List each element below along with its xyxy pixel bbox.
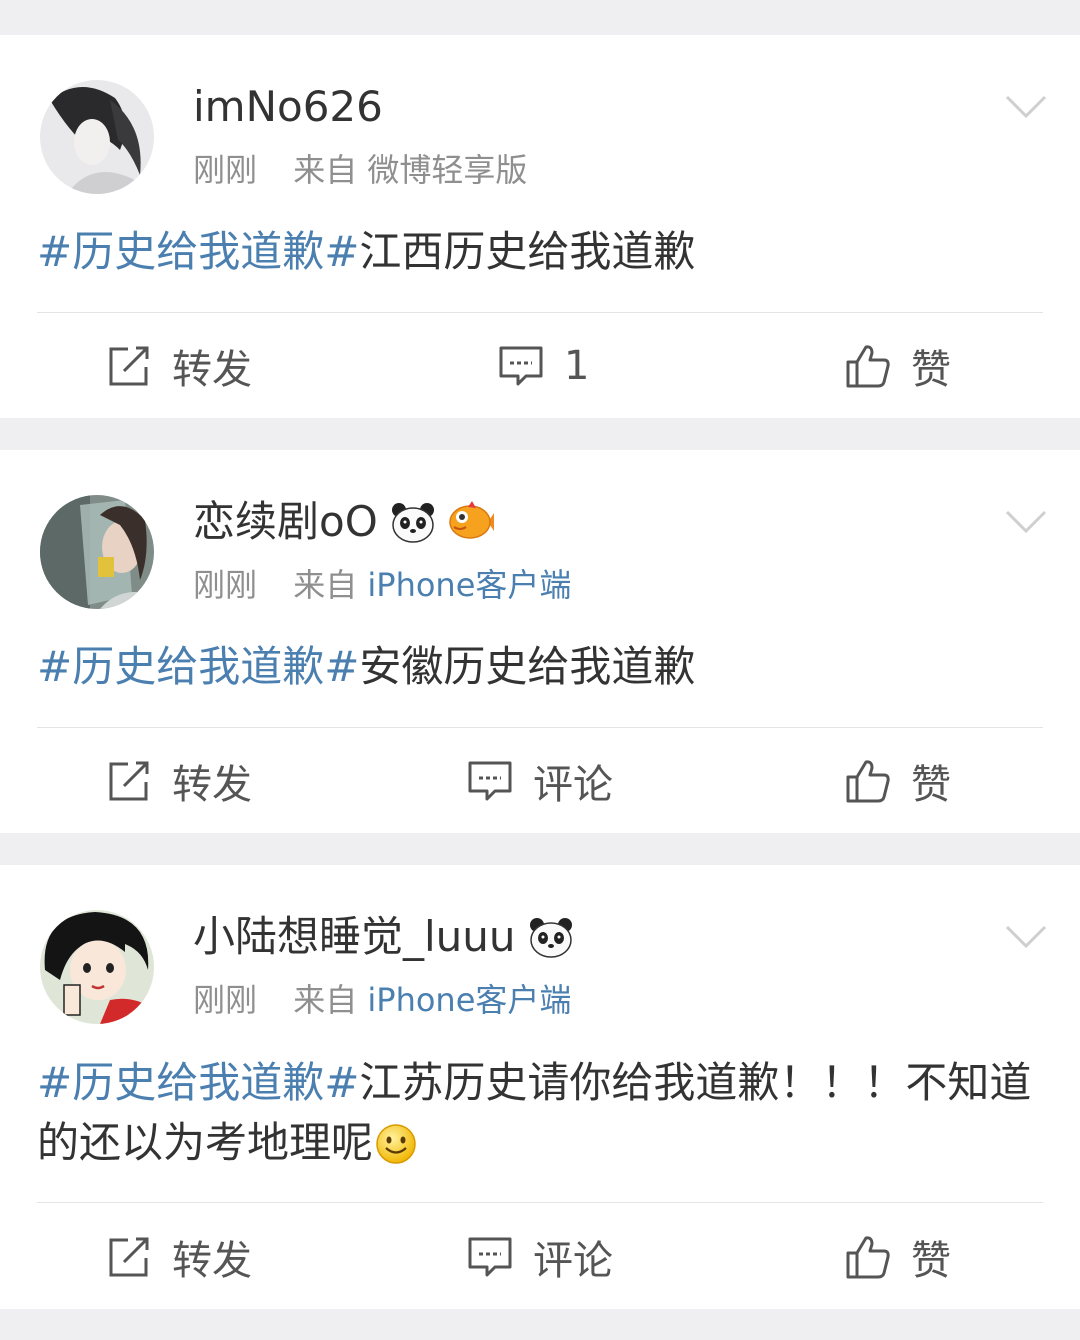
post-text: #历史给我道歉#江苏历史请你给我道歉！！！不知道的还以为考地理呢 <box>37 1053 1044 1173</box>
weibo-feed: imNo626 刚刚 来自 微博轻享版 #历史给我道歉#江西历史给我道歉 转发 <box>0 0 1080 1340</box>
comment-icon <box>499 346 543 386</box>
post-card[interactable]: 恋续剧oO 刚刚 来自 iPhone客户端 #历史给我道歉#安徽历史给我道歉 转… <box>0 450 1080 833</box>
thumbs-up-icon <box>846 1236 890 1279</box>
avatar[interactable] <box>40 80 154 194</box>
repost-button[interactable]: 转发 <box>106 1227 252 1287</box>
panda-icon <box>529 918 572 958</box>
divider <box>37 312 1043 313</box>
post-card[interactable]: imNo626 刚刚 来自 微博轻享版 #历史给我道歉#江西历史给我道歉 转发 <box>0 35 1080 418</box>
divider <box>37 1202 1043 1203</box>
hashtag-link[interactable]: #历史给我道歉# <box>37 642 359 691</box>
post-source-link[interactable]: iPhone客户端 <box>367 981 571 1019</box>
repost-icon <box>109 346 149 386</box>
thumbs-up-icon <box>846 345 890 388</box>
post-body: 安徽历史给我道歉 <box>359 642 696 691</box>
comment-button[interactable]: 评论 <box>467 751 613 811</box>
source-prefix: 来自 <box>293 151 358 189</box>
comment-label: 评论 <box>533 1238 613 1284</box>
fish-icon <box>449 501 494 539</box>
username-text[interactable]: 小陆想睡觉_luuu <box>193 909 516 965</box>
repost-icon <box>109 761 149 801</box>
thumbs-up-icon <box>846 760 890 803</box>
username[interactable]: 恋续剧oO <box>193 494 494 550</box>
post-meta: 刚刚 来自 iPhone客户端 <box>193 978 571 1022</box>
repost-label: 转发 <box>172 762 252 808</box>
hashtag-link[interactable]: #历史给我道歉# <box>37 227 359 276</box>
comment-button[interactable]: 评论 <box>467 1227 613 1287</box>
repost-label: 转发 <box>172 1238 252 1284</box>
chevron-down-icon[interactable] <box>1004 921 1048 951</box>
post-time: 刚刚 <box>193 566 258 604</box>
post-body: 江西历史给我道歉 <box>359 227 696 276</box>
post-meta: 刚刚 来自 iPhone客户端 <box>193 563 571 607</box>
repost-label: 转发 <box>172 347 252 393</box>
comment-label: 评论 <box>533 762 613 808</box>
chevron-down-icon[interactable] <box>1004 91 1048 121</box>
username[interactable]: imNo626 <box>193 79 383 135</box>
post-text: #历史给我道歉#江西历史给我道歉 <box>37 222 1044 282</box>
panda-icon <box>391 503 434 543</box>
comment-icon <box>468 1237 512 1277</box>
username-text[interactable]: 恋续剧oO <box>193 494 378 550</box>
post-card[interactable]: 小陆想睡觉_luuu 刚刚 来自 iPhone客户端 #历史给我道歉#江苏历史请… <box>0 865 1080 1309</box>
post-source: 微博轻享版 <box>367 151 528 189</box>
avatar[interactable] <box>40 495 154 609</box>
username-text[interactable]: imNo626 <box>193 79 383 135</box>
hashtag-link[interactable]: #历史给我道歉# <box>37 1058 359 1107</box>
post-meta: 刚刚 来自 微博轻享版 <box>193 148 527 192</box>
chevron-down-icon[interactable] <box>1004 506 1048 536</box>
like-button[interactable]: 赞 <box>845 1227 951 1287</box>
like-button[interactable]: 赞 <box>845 336 951 396</box>
comment-button[interactable]: 1 <box>498 336 589 396</box>
repost-button[interactable]: 转发 <box>106 751 252 811</box>
smile-emoji-icon <box>376 1124 416 1164</box>
post-text: #历史给我道歉#安徽历史给我道歉 <box>37 637 1044 697</box>
post-time: 刚刚 <box>193 151 258 189</box>
like-label: 赞 <box>911 347 951 393</box>
source-prefix: 来自 <box>293 981 358 1019</box>
source-prefix: 来自 <box>293 566 358 604</box>
post-time: 刚刚 <box>193 981 258 1019</box>
like-button[interactable]: 赞 <box>845 751 951 811</box>
like-label: 赞 <box>911 1238 951 1284</box>
comment-count: 1 <box>564 343 590 389</box>
username[interactable]: 小陆想睡觉_luuu <box>193 909 574 965</box>
comment-icon <box>468 761 512 801</box>
avatar[interactable] <box>40 910 154 1024</box>
post-source-link[interactable]: iPhone客户端 <box>367 566 571 604</box>
divider <box>37 727 1043 728</box>
repost-button[interactable]: 转发 <box>106 336 252 396</box>
like-label: 赞 <box>911 762 951 808</box>
repost-icon <box>109 1237 149 1277</box>
